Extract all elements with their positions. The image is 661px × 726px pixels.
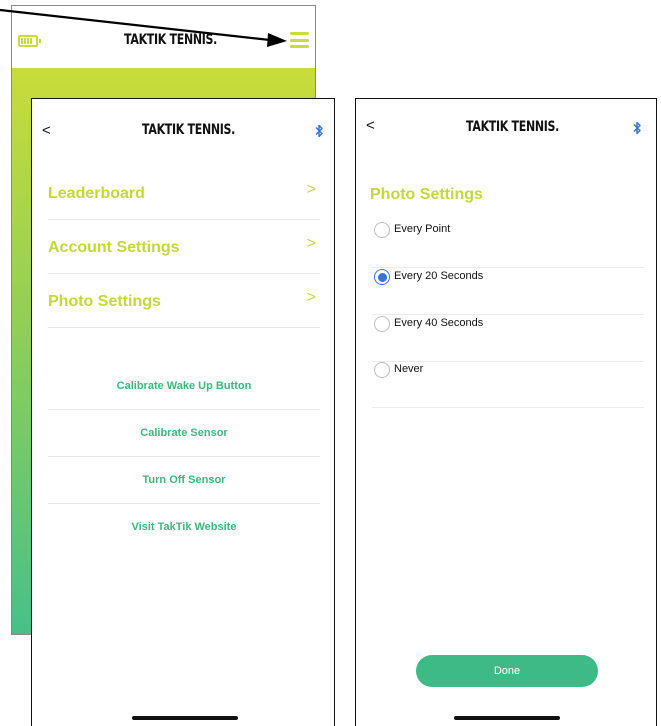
option-label: Every Point [394, 223, 451, 235]
option-every-20-seconds[interactable]: Every 20 Seconds [372, 268, 644, 315]
link-label: Calibrate Wake Up Button [116, 380, 252, 392]
back-button[interactable]: < [42, 122, 51, 139]
visit-taktik-website-link[interactable]: Visit TakTik Website [48, 504, 320, 550]
brand-logo: TAKTIK TENNIS. [124, 31, 218, 48]
link-label: Calibrate Sensor [140, 427, 228, 439]
menu-item-label: Leaderboard [48, 185, 145, 202]
radio-button[interactable] [374, 316, 390, 332]
option-label: Never [394, 363, 424, 375]
menu-item-account-settings[interactable]: Account Settings > [48, 219, 320, 274]
home-indicator[interactable] [132, 716, 238, 720]
radio-button-selected[interactable] [374, 269, 390, 285]
menu-item-leaderboard[interactable]: Leaderboard > [48, 165, 320, 220]
brand-logo: TAKTIK TENNIS. [466, 118, 560, 135]
menu-item-label: Photo Settings [48, 293, 161, 310]
chevron-right-icon: > [306, 289, 316, 306]
calibrate-sensor-link[interactable]: Calibrate Sensor [48, 410, 320, 457]
radio-button[interactable] [374, 362, 390, 378]
turn-off-sensor-link[interactable]: Turn Off Sensor [48, 457, 320, 504]
chevron-right-icon: > [306, 235, 316, 252]
hamburger-menu-icon[interactable] [290, 32, 309, 48]
option-label: Every 20 Seconds [394, 270, 484, 282]
home-indicator[interactable] [454, 716, 560, 720]
option-every-point[interactable]: Every Point [372, 221, 644, 268]
radio-button[interactable] [374, 222, 390, 238]
calibrate-wake-up-button-link[interactable]: Calibrate Wake Up Button [48, 363, 320, 410]
menu-screen: < TAKTIK TENNIS. Leaderboard > Account S… [31, 98, 335, 726]
option-every-40-seconds[interactable]: Every 40 Seconds [372, 315, 644, 362]
bluetooth-icon[interactable] [632, 121, 642, 135]
brand-logo: TAKTIK TENNIS. [142, 121, 236, 138]
option-label: Every 40 Seconds [394, 317, 484, 329]
back-button[interactable]: < [366, 117, 375, 134]
link-label: Visit TakTik Website [131, 521, 237, 533]
menu-item-label: Account Settings [48, 239, 180, 256]
link-label: Turn Off Sensor [142, 474, 226, 486]
page-title: Photo Settings [370, 186, 483, 203]
battery-icon [18, 35, 41, 47]
bluetooth-icon[interactable] [314, 124, 324, 138]
option-never[interactable]: Never [372, 361, 644, 408]
menu-item-photo-settings[interactable]: Photo Settings > [48, 273, 320, 328]
done-button[interactable]: Done [416, 655, 598, 687]
photo-settings-screen: < TAKTIK TENNIS. Photo Settings Every Po… [355, 98, 657, 726]
chevron-right-icon: > [306, 181, 316, 198]
